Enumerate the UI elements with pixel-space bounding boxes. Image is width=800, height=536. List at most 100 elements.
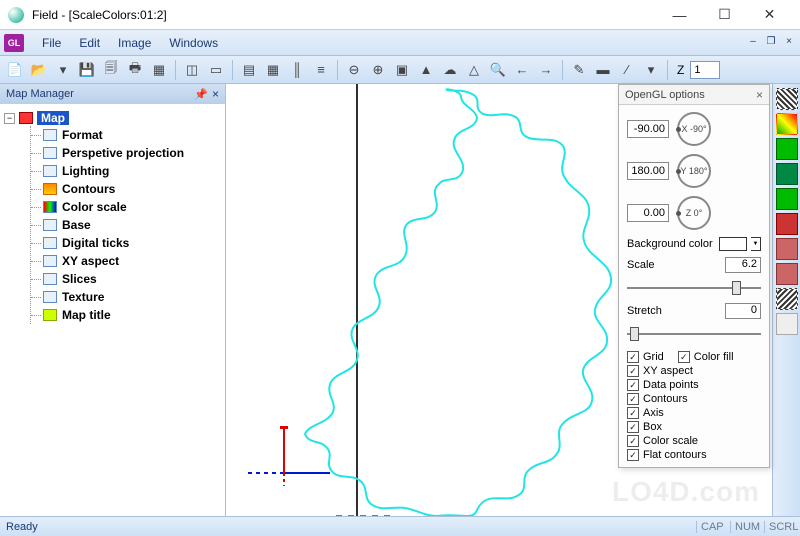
rot-y-value[interactable]: 180.00 (627, 162, 669, 180)
chk-flat-contours[interactable]: ✓ (627, 449, 639, 461)
pin-icon[interactable]: 📌 (194, 88, 208, 101)
map-manager-header: Map Manager 📌 × (0, 84, 225, 104)
fit-icon[interactable]: ▣ (391, 59, 413, 81)
zoomin-icon[interactable]: ⊕ (367, 59, 389, 81)
chk-contours[interactable]: ✓ (627, 393, 639, 405)
rot-z-dial[interactable]: Z 0° (677, 196, 711, 230)
line-icon[interactable]: ∕ (616, 59, 638, 81)
tree-item-label: Map title (62, 308, 111, 322)
tree-item-digital-ticks[interactable]: Digital ticks (43, 234, 221, 252)
window-maximize-button[interactable]: ☐ (702, 1, 747, 29)
scale-value[interactable]: 6.2 (725, 257, 761, 273)
rot-z-value[interactable]: 0.00 (627, 204, 669, 222)
stretch-value[interactable]: 0 (725, 303, 761, 319)
status-scrl: SCRL (764, 521, 794, 533)
new-icon[interactable]: 📄 (4, 59, 26, 81)
dropdown-icon[interactable]: ▾ (52, 59, 74, 81)
menu-edit[interactable]: Edit (71, 33, 108, 53)
tree-item-icon (43, 147, 57, 159)
tree-item-icon (43, 219, 57, 231)
chk-box[interactable]: ✓ (627, 421, 639, 433)
tree-item-icon (43, 165, 57, 177)
menu-image[interactable]: Image (110, 33, 159, 53)
tree-item-lighting[interactable]: Lighting (43, 162, 221, 180)
cube-red2-icon[interactable] (776, 238, 798, 260)
color-icon[interactable]: ▬ (592, 59, 614, 81)
rot-x-value[interactable]: -90.00 (627, 120, 669, 138)
opengl-panel-close-icon[interactable]: × (756, 88, 763, 102)
tree-item-icon (43, 201, 57, 213)
magnify-icon[interactable]: 🔍 (487, 59, 509, 81)
color-gradient-icon[interactable] (776, 113, 798, 135)
prev-icon[interactable]: ← (511, 59, 533, 81)
main-toolbar: 📄 📂 ▾ 💾 🗐 🖶 ▦ ◫ ▭ ▤ ▦ ║ ≡ ⊖ ⊕ ▣ ▲ ☁ △ 🔍 … (0, 56, 800, 84)
chk-color-fill[interactable]: ✓ (678, 351, 690, 363)
chk-color-scale[interactable]: ✓ (627, 435, 639, 447)
brush-icon[interactable]: ✎ (568, 59, 590, 81)
mdi-minimize-icon[interactable]: – (746, 36, 760, 50)
tree-item-format[interactable]: Format (43, 126, 221, 144)
z-level-input[interactable] (690, 61, 720, 79)
stretch-label: Stretch (627, 305, 721, 317)
vlines-icon[interactable]: ║ (286, 59, 308, 81)
tree-item-xy-aspect[interactable]: XY aspect (43, 252, 221, 270)
chk-axis[interactable]: ✓ (627, 407, 639, 419)
scale-slider[interactable] (627, 279, 761, 297)
table2-icon[interactable]: ▦ (262, 59, 284, 81)
print-icon[interactable]: 🖶 (124, 59, 146, 81)
tree-item-slices[interactable]: Slices (43, 270, 221, 288)
tree-item-texture[interactable]: Texture (43, 288, 221, 306)
stretch-slider[interactable] (627, 325, 761, 343)
menu-file[interactable]: File (34, 33, 69, 53)
tree-root-map[interactable]: − Map (4, 110, 221, 126)
app-icon (8, 7, 24, 23)
mesh-icon[interactable]: △ (463, 59, 485, 81)
cube-green-icon[interactable] (776, 138, 798, 160)
tree-item-perspetive-projection[interactable]: Perspetive projection (43, 144, 221, 162)
blank-icon[interactable] (776, 313, 798, 335)
hlines-icon[interactable]: ≡ (310, 59, 332, 81)
panel-close-icon[interactable]: × (212, 87, 219, 101)
menu-windows[interactable]: Windows (161, 33, 226, 53)
window-minimize-button[interactable]: — (657, 1, 702, 29)
grid-icon[interactable]: ▦ (148, 59, 170, 81)
wireframe-icon[interactable] (776, 88, 798, 110)
cube-red3-icon[interactable] (776, 263, 798, 285)
chk-data-points[interactable]: ✓ (627, 379, 639, 391)
cube-teal-icon[interactable] (776, 163, 798, 185)
bg-color-swatch[interactable] (719, 237, 747, 251)
chk-xy-aspect[interactable]: ✓ (627, 365, 639, 377)
next-icon[interactable]: → (535, 59, 557, 81)
chk-grid[interactable]: ✓ (627, 351, 639, 363)
hatch-icon[interactable] (776, 288, 798, 310)
menu-bar: GL File Edit Image Windows – ❐ × (0, 30, 800, 56)
z-label: Z (677, 63, 684, 77)
cube-green2-icon[interactable] (776, 188, 798, 210)
linedd-icon[interactable]: ▾ (640, 59, 662, 81)
copy-icon[interactable]: 🗐 (100, 59, 122, 81)
status-bar: Ready CAP NUM SCRL (0, 516, 800, 536)
select-all-icon[interactable]: ◫ (181, 59, 203, 81)
opengl-panel-header[interactable]: OpenGL options × (619, 85, 769, 105)
tree-item-base[interactable]: Base (43, 216, 221, 234)
tree-item-color-scale[interactable]: Color scale (43, 198, 221, 216)
tree-collapse-icon[interactable]: − (4, 113, 15, 124)
cube-red-icon[interactable] (776, 213, 798, 235)
map-manager-title: Map Manager (6, 88, 74, 100)
open-icon[interactable]: 📂 (28, 59, 50, 81)
window-close-button[interactable]: ✕ (747, 1, 792, 29)
bg-color-dropdown-icon[interactable]: ▼ (751, 237, 761, 251)
table-icon[interactable]: ▤ (238, 59, 260, 81)
tree-item-label: XY aspect (62, 254, 119, 268)
zoomout-icon[interactable]: ⊖ (343, 59, 365, 81)
rot-y-dial[interactable]: Y 180° (677, 154, 711, 188)
mdi-close-icon[interactable]: × (782, 36, 796, 50)
perspective-icon[interactable]: ▲ (415, 59, 437, 81)
tree-item-contours[interactable]: Contours (43, 180, 221, 198)
mdi-restore-icon[interactable]: ❐ (764, 36, 778, 50)
selection-icon[interactable]: ▭ (205, 59, 227, 81)
rot-x-dial[interactable]: X -90° (677, 112, 711, 146)
contour-icon[interactable]: ☁ (439, 59, 461, 81)
save-icon[interactable]: 💾 (76, 59, 98, 81)
tree-item-map-title[interactable]: Map title (43, 306, 221, 324)
